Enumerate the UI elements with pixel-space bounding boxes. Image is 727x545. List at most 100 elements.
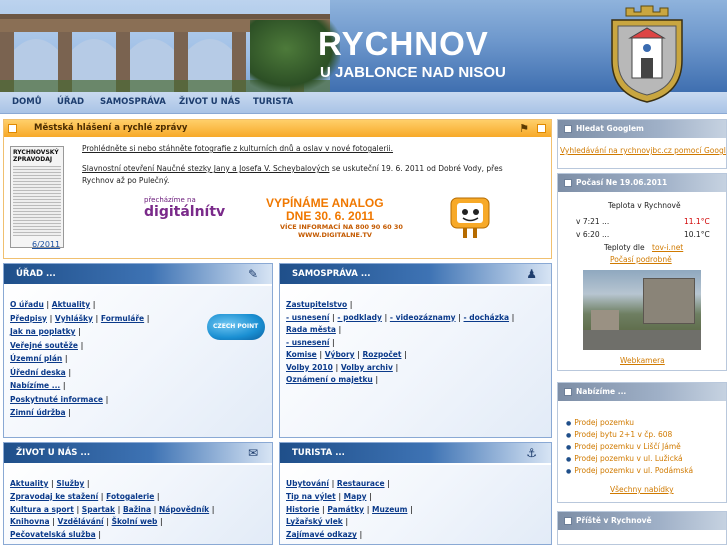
weather-time-1: v 7:21 ... (576, 217, 610, 226)
nav-turista[interactable]: TURISTA (253, 97, 293, 107)
samosprava-link[interactable]: Výbory (325, 350, 355, 359)
urad-link[interactable]: Jak na poplatky (10, 327, 75, 336)
dtv-big-text: digitálnítv (144, 204, 226, 220)
zivot-section: ŽIVOT U NÁS ... ✉ Aktuality | Služby | Z… (3, 442, 273, 545)
zivot-header: ŽIVOT U NÁS ... ✉ (4, 443, 272, 463)
samosprava-link[interactable]: - docházka (464, 313, 510, 322)
webcam-link[interactable]: Webkamera (620, 356, 665, 365)
offer-item[interactable]: Prodej bytu 2+1 v čp. 608 (566, 430, 672, 439)
dtv-small-text: přecházíme na (144, 196, 196, 204)
urad-row: Úřední deska | (10, 368, 71, 377)
samosprava-link[interactable]: Volby archiv (341, 363, 393, 372)
zivot-row: Knihovna | Vzdělávání | Školní web | (10, 517, 163, 526)
turista-link[interactable]: Mapy (344, 492, 367, 501)
offer-item[interactable]: Prodej pozemku v ul. Lužická (566, 454, 682, 463)
site-subtitle[interactable]: U JABLONCE NAD NISOU (320, 65, 506, 80)
digital-tv-logo[interactable]: přecházíme na digitálnítv (144, 196, 225, 220)
urad-link[interactable]: Formuláře (101, 314, 144, 323)
czechpoint-logo[interactable]: CZECH POINT (207, 314, 265, 340)
turista-link[interactable]: Ubytování (286, 479, 329, 488)
urad-link[interactable]: Aktuality (52, 300, 90, 309)
separator: | (372, 375, 379, 384)
separator: | (407, 504, 413, 514)
zivot-link[interactable]: Spartak (82, 505, 115, 514)
weather-source-link[interactable]: tov-i.net (652, 243, 683, 252)
samosprava-link[interactable]: Oznámení o majetku (286, 375, 373, 384)
czechpoint-text: CZECH POINT (213, 323, 259, 330)
urad-section: ÚŘAD ... ✎ O úřadu | Aktuality | Předpis… (3, 263, 273, 438)
turista-link[interactable]: Historie (286, 505, 319, 514)
samosprava-link[interactable]: Komise (286, 350, 317, 359)
zivot-link[interactable]: Fotogalerie (106, 492, 154, 501)
nav-zivot-u-nas[interactable]: ŽIVOT U NÁS (179, 97, 240, 107)
urad-link[interactable]: Nabízíme ... (10, 381, 60, 390)
urad-link[interactable]: Poskytnuté informace (10, 395, 103, 404)
analog-switchoff-banner[interactable]: VYPÍNÁME ANALOG DNE 30. 6. 2011 VÍCE INF… (240, 194, 502, 242)
samosprava-link[interactable]: Zastupitelstvo (286, 300, 347, 309)
news-item-photogallery[interactable]: Prohlédněte si nebo stáhněte fotografie … (82, 144, 393, 153)
samosprava-link[interactable]: - usnesení (286, 338, 329, 347)
zivot-link[interactable]: Pečovatelská služba (10, 530, 96, 539)
google-search-link[interactable]: Vyhledávání na rychnovjbc.cz pomocí Goog… (560, 146, 726, 155)
samosprava-row: - usnesení | - podklady | - videozáznamy… (286, 313, 514, 322)
separator: | (354, 350, 363, 359)
nav-domu[interactable]: DOMŮ (12, 97, 42, 107)
urad-link[interactable]: Zimní údržba (10, 408, 66, 417)
newspaper-issue-link[interactable]: 6/2011 (32, 240, 60, 249)
turista-link[interactable]: Restaurace (337, 479, 385, 488)
offer-item[interactable]: Prodej pozemku v Liščí Jámě (566, 442, 681, 451)
urad-link[interactable]: O úřadu (10, 300, 44, 309)
zivot-link[interactable]: Zpravodaj ke stažení (10, 492, 98, 501)
offers-box: Nabízíme ... Prodej pozemku Prodej bytu … (557, 382, 727, 503)
turista-link[interactable]: Tip na výlet (286, 492, 336, 501)
urad-link[interactable]: Úřední deska (10, 368, 66, 377)
samosprava-row: Rada města | (286, 325, 341, 334)
square-icon (564, 125, 572, 133)
weather-source-text: Teploty dle (604, 243, 645, 252)
turista-link[interactable]: Památky (327, 505, 364, 514)
samosprava-link[interactable]: Rozpočet (363, 350, 402, 359)
zivot-link[interactable]: Aktuality (10, 479, 48, 488)
offers-title: Nabízíme ... (576, 387, 627, 396)
all-offers-link[interactable]: Všechny nabídky (610, 485, 674, 494)
urad-link[interactable]: Veřejné soutěže (10, 341, 78, 350)
banner-line3: VÍCE INFORMACÍ NA 800 90 60 30 (280, 223, 403, 231)
weather-forecast-link[interactable]: Počasí podrobně (610, 255, 672, 264)
newspaper-cover[interactable]: RYCHNOVSKÝ ZPRAVODAJ (10, 146, 64, 248)
zivot-link[interactable]: Bažina (123, 505, 151, 514)
zivot-link[interactable]: Nápovědník (159, 505, 209, 514)
zivot-link[interactable]: Služby (56, 479, 84, 488)
samosprava-link[interactable]: - videozáznamy (390, 313, 456, 322)
zivot-row: Pečovatelská služba | (10, 530, 101, 539)
turista-link[interactable]: Zajímavé odkazy (286, 530, 357, 539)
zivot-link[interactable]: Školní web (112, 517, 158, 526)
urad-link[interactable]: Územní plán (10, 354, 62, 363)
offer-item[interactable]: Prodej pozemku v ul. Podámská (566, 466, 693, 475)
turista-link[interactable]: Muzeum (372, 505, 407, 514)
samosprava-link[interactable]: Volby 2010 (286, 363, 333, 372)
separator: | (65, 408, 71, 417)
town-crest-icon[interactable] (608, 2, 686, 104)
zivot-link[interactable]: Kultura a sport (10, 505, 74, 514)
separator: | (328, 479, 337, 488)
samosprava-link[interactable]: - podklady (337, 313, 382, 322)
urad-link[interactable]: Vyhlášky (55, 314, 93, 323)
banner-line1: VYPÍNÁME ANALOG (266, 196, 384, 210)
webcam-image[interactable] (583, 270, 701, 350)
samosprava-link[interactable]: Rada města (286, 325, 336, 334)
turista-link[interactable]: Lyžařský vlek (286, 517, 343, 526)
site-title[interactable]: RYCHNOV (318, 27, 489, 60)
news-item-trail-link[interactable]: Slavnostní otevření Naučné stezky Jany a… (82, 164, 329, 173)
samosprava-link[interactable]: - usnesení (286, 313, 329, 322)
banner-line4: WWW.DIGITALNE.TV (298, 231, 372, 239)
samosprava-row: - usnesení | (286, 338, 335, 347)
separator: | (90, 300, 96, 309)
nav-urad[interactable]: ÚŘAD (57, 97, 84, 107)
zivot-link[interactable]: Knihovna (10, 517, 50, 526)
square-icon (564, 388, 572, 396)
offer-item[interactable]: Prodej pozemku (566, 418, 634, 427)
zivot-link[interactable]: Vzdělávání (57, 517, 103, 526)
separator: | (356, 530, 363, 540)
urad-link[interactable]: Předpisy (10, 314, 47, 323)
nav-samosprava[interactable]: SAMOSPRÁVA (100, 97, 166, 107)
